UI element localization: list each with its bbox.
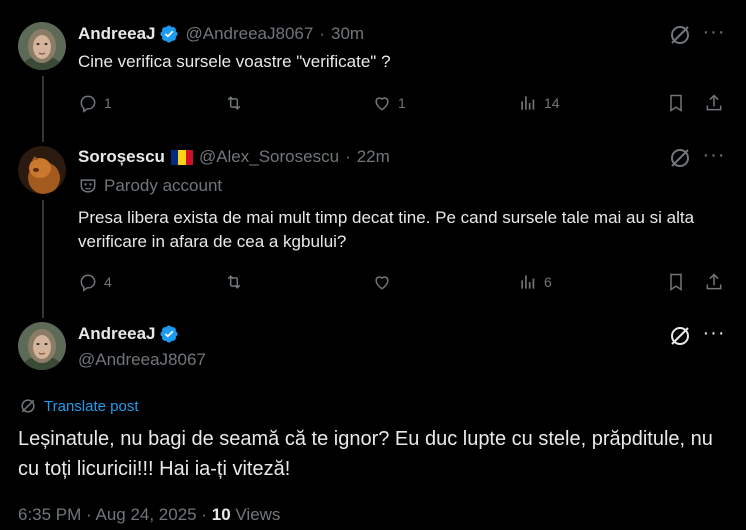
tweet-header: Soroșescu @Alex_Sorosescu · 22m [78,147,390,167]
main-tweet-text: Leșinatule, nu bagi de seamă că te ignor… [18,428,713,480]
heart-icon [375,276,389,290]
bookmark-icon[interactable] [666,93,686,113]
mask-icon [80,179,96,193]
tweet-meta: 6:35 PM · Aug 24, 2025 · 10 Views [18,505,280,525]
reply-button[interactable]: 4 [78,272,112,292]
like-button[interactable]: 1 [372,93,406,113]
views-chart-icon [521,96,535,110]
avatar[interactable] [18,146,66,194]
grok-icon[interactable] [668,146,692,170]
more-options-icon[interactable]: ··· [702,22,726,47]
views-chart-icon [521,275,535,289]
heart-icon [375,97,389,111]
main-author-handle-row: @AndreeaJ8067 [78,350,206,370]
retweet-icon [227,275,241,289]
view-count: 14 [544,95,560,111]
retweet-icon [227,96,241,110]
avatar[interactable] [18,22,66,70]
separator-dot: · [345,147,351,166]
timestamp[interactable]: 22m [357,147,390,167]
translate-icon [21,399,35,413]
translate-post-link[interactable]: Translate post [18,396,139,416]
grok-icon[interactable] [668,23,692,47]
verified-badge-icon [160,325,179,343]
tweet-header: AndreeaJ @AndreeaJ8067 · 30m [78,24,364,44]
more-options-icon[interactable]: ··· [702,145,726,170]
author-name[interactable]: Soroșescu [78,147,165,167]
timestamp[interactable]: 30m [331,24,364,44]
reply-icon [80,95,96,113]
views-label: Views [230,505,281,524]
thread-line [42,200,44,318]
retweet-button[interactable] [224,93,250,113]
author-handle[interactable]: @Alex_Sorosescu [199,147,339,167]
like-count: 1 [398,95,406,111]
bookmark-icon[interactable] [666,272,686,292]
views-button[interactable]: 14 [518,93,560,113]
separator-dot: · [319,24,326,43]
avatar[interactable] [18,322,66,370]
flag-emoji [170,149,193,165]
tweet-text: Cine verifica sursele voastre "verificat… [78,52,391,71]
author-name[interactable]: AndreeaJ [78,324,155,344]
thread-line [42,76,44,142]
verified-badge-icon [160,25,179,43]
reply-count: 4 [104,274,112,290]
reply-button[interactable]: 1 [78,93,112,113]
tweet-text: Presa libera exista de mai mult timp dec… [78,208,695,251]
translate-post-label[interactable]: Translate post [44,398,139,415]
author-handle[interactable]: @AndreeaJ8067 [78,350,206,370]
parody-label-text: Parody account [104,176,223,195]
author-name[interactable]: AndreeaJ [78,24,155,44]
view-count: 6 [544,274,552,290]
retweet-button[interactable] [224,272,250,292]
more-options-icon[interactable]: ··· [702,323,726,348]
tweet-date[interactable]: 6:35 PM · Aug 24, 2025 · [18,505,212,524]
share-icon[interactable] [704,272,724,292]
views-button[interactable]: 6 [518,272,552,292]
like-button[interactable] [372,272,398,292]
share-icon[interactable] [704,93,724,113]
parody-label: Parody account [78,176,222,196]
reply-icon [80,274,96,292]
grok-icon[interactable] [668,324,692,348]
views-count: 10 [211,505,231,524]
main-author-name-row: AndreeaJ [78,324,179,344]
reply-count: 1 [104,95,112,111]
author-handle[interactable]: @AndreeaJ8067 [185,24,313,44]
